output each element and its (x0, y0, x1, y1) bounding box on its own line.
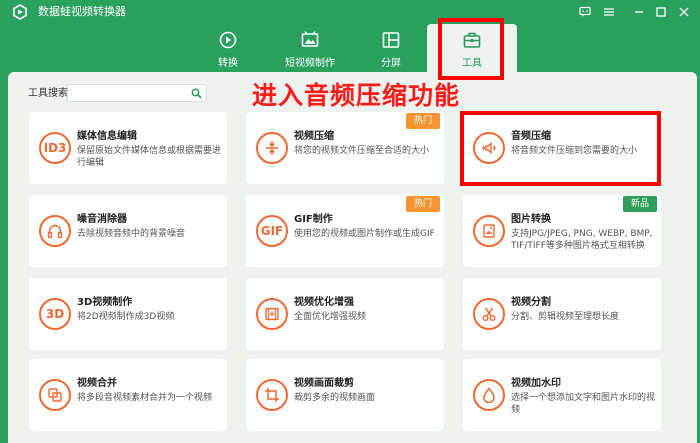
tool-title: 视频分割 (511, 297, 551, 308)
crop-icon (256, 379, 288, 411)
tab-convert-label: 转换 (218, 58, 238, 69)
split-screen-icon (382, 32, 400, 48)
tool-title: 视频压缩 (294, 131, 334, 142)
id3-icon: ID3 (39, 132, 71, 164)
tool-card-3d-video[interactable]: 3D 3D视频制作 将2D视频制作成3D视频 (29, 278, 227, 350)
tool-title: 图片转换 (511, 214, 551, 225)
app-logo-icon (13, 4, 27, 20)
tool-desc: 全面优化增强视频 (294, 312, 367, 322)
tool-title: GIF制作 (294, 214, 333, 225)
tool-title: 媒体信息编辑 (77, 131, 137, 142)
tab-short-video-label: 短视频制作 (285, 58, 335, 69)
new-badge: 新品 (622, 196, 657, 212)
watermark-drop-icon (473, 379, 505, 411)
tool-card-video-crop[interactable]: 视频画面裁剪 裁剪多余的视频画面 (246, 359, 444, 431)
tool-title: 噪音消除器 (77, 214, 127, 225)
tool-desc: 支持JPG/JPEG, PNG, WEBP, BMP, TIF/TIFF等多种图… (511, 229, 653, 251)
convert-icon (219, 31, 237, 49)
tool-card-video-watermark[interactable]: 视频加水印 选择一个想添加文字和图片水印的视频 (463, 359, 661, 431)
gif-icon: GIF (256, 215, 288, 247)
film-enhance-icon (256, 298, 288, 330)
tools-tab-highlight-box (438, 18, 504, 80)
tool-card-video-compress[interactable]: 视频压缩 将您的视频文件压缩至合适的大小 热门 (246, 112, 444, 184)
tool-title: 视频合并 (77, 378, 117, 389)
tab-split-screen-label: 分屏 (381, 58, 401, 69)
app-title: 数据蛙视频转换器 (38, 5, 126, 18)
tool-card-video-merge[interactable]: 视频合并 将多段音视频素材合并为一个视频 (29, 359, 227, 431)
search-label: 工具搜索: (28, 88, 72, 99)
close-icon[interactable] (675, 3, 693, 21)
tool-title: 视频加水印 (511, 378, 561, 389)
scissors-icon (473, 298, 505, 330)
title-bar: 数据蛙视频转换器 (0, 0, 700, 24)
tab-convert[interactable]: 转换 (183, 24, 273, 72)
search-box (67, 84, 207, 106)
annotation-text: 进入音频压缩功能 (252, 81, 461, 110)
tool-card-video-enhance[interactable]: 视频优化增强 全面优化增强视频 (246, 278, 444, 350)
tool-desc: 保留原始文件媒体信息或根据需要进行编辑 (77, 146, 222, 168)
main-nav: 转换 短视频制作 分屏 工具 (0, 24, 700, 72)
tool-desc: 分割、剪辑视频至理想长度 (511, 312, 620, 322)
search-icon[interactable] (191, 88, 202, 99)
hot-badge: 热门 (405, 113, 440, 129)
audio-compress-highlight-box (460, 111, 661, 186)
tool-desc: 将您的视频文件压缩至合适的大小 (294, 146, 430, 156)
tool-card-noise-remover[interactable]: 噪音消除器 去除视频音频中的背景噪音 (29, 195, 227, 267)
tool-desc: 使用您的视频或图片制作或生成GIF (294, 229, 435, 239)
tool-card-image-convert[interactable]: 图片转换 支持JPG/JPEG, PNG, WEBP, BMP, TIF/TIF… (463, 195, 661, 267)
headphones-icon (39, 215, 71, 247)
hot-badge: 热门 (405, 196, 440, 212)
tool-desc: 裁剪多余的视频画面 (294, 393, 376, 403)
3d-icon: 3D (39, 298, 71, 330)
search-input[interactable] (68, 89, 186, 106)
tool-desc: 将2D视频制作成3D视频 (77, 312, 175, 322)
minimize-icon[interactable] (630, 3, 648, 21)
merge-icon (39, 379, 71, 411)
tab-split-screen[interactable]: 分屏 (346, 24, 436, 72)
tool-title: 视频优化增强 (294, 297, 354, 308)
maximize-icon[interactable] (652, 3, 670, 21)
tool-card-video-split[interactable]: 视频分割 分割、剪辑视频至理想长度 (463, 278, 661, 350)
short-video-icon (301, 31, 319, 47)
tool-title: 视频画面裁剪 (294, 378, 354, 389)
feedback-icon[interactable] (576, 3, 594, 21)
tool-desc: 将多段音视频素材合并为一个视频 (77, 393, 213, 403)
tool-desc: 去除视频音频中的背景噪音 (77, 229, 186, 239)
compress-icon (256, 132, 288, 164)
image-convert-icon (473, 215, 505, 247)
tool-card-media-info[interactable]: ID3 媒体信息编辑 保留原始文件媒体信息或根据需要进行编辑 (29, 112, 227, 184)
tool-title: 3D视频制作 (77, 297, 133, 308)
tool-card-gif-maker[interactable]: GIF GIF制作 使用您的视频或图片制作或生成GIF 热门 (246, 195, 444, 267)
tool-desc: 选择一个想添加文字和图片水印的视频 (511, 393, 656, 415)
tab-short-video[interactable]: 短视频制作 (265, 24, 355, 72)
menu-icon[interactable] (600, 3, 618, 21)
